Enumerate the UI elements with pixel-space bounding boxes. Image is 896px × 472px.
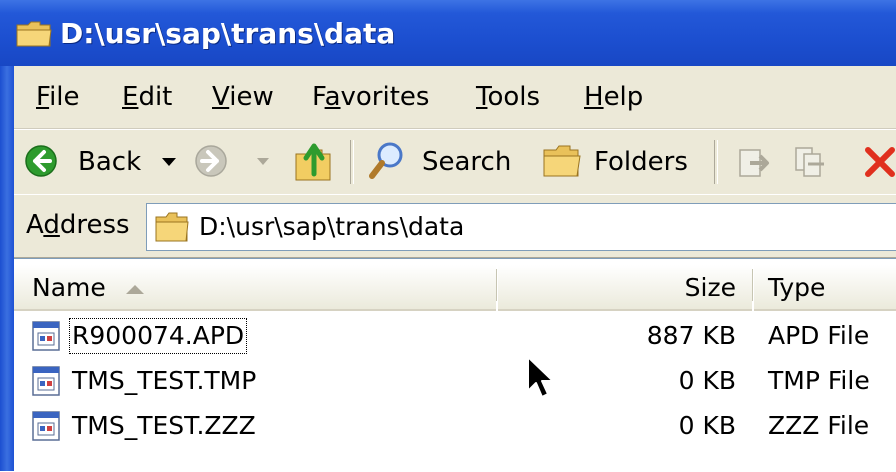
search-button[interactable]: Search bbox=[364, 130, 514, 194]
address-value: D:\usr\sap\trans\data bbox=[199, 212, 465, 241]
menu-favorites[interactable]: Favorites bbox=[312, 79, 429, 115]
chevron-down-icon bbox=[162, 158, 176, 166]
column-header-size[interactable]: Size bbox=[498, 265, 752, 311]
generic-file-icon bbox=[32, 366, 60, 396]
search-label: Search bbox=[422, 147, 512, 177]
back-dropdown-button[interactable] bbox=[158, 130, 182, 194]
delete-icon bbox=[865, 147, 895, 177]
menu-view[interactable]: View bbox=[212, 79, 274, 115]
column-header-size-label: Size bbox=[684, 273, 736, 302]
menu-tools[interactable]: Tools bbox=[476, 79, 540, 115]
file-name[interactable]: TMS_TEST.ZZZ bbox=[70, 409, 258, 443]
delete-button[interactable] bbox=[852, 130, 896, 194]
table-row[interactable]: R900074.APD 887 KB APD File bbox=[14, 315, 896, 359]
file-list[interactable]: Name Size Type R900074.APD 887 KB APD Fi… bbox=[14, 258, 896, 472]
sort-ascending-icon bbox=[126, 285, 144, 294]
standard-toolbar: Back Search Folders bbox=[14, 129, 896, 195]
folders-label: Folders bbox=[594, 147, 688, 177]
generic-file-icon bbox=[32, 321, 60, 351]
generic-file-icon bbox=[32, 411, 60, 441]
menu-bar: File Edit View Favorites Tools Help bbox=[14, 66, 896, 129]
folders-button[interactable]: Folders bbox=[538, 130, 698, 194]
table-row[interactable]: TMS_TEST.ZZZ 0 KB ZZZ File bbox=[14, 405, 896, 449]
folder-icon bbox=[155, 212, 189, 242]
window-frame-left bbox=[0, 66, 14, 471]
column-divider[interactable] bbox=[752, 269, 753, 301]
back-label: Back bbox=[78, 147, 142, 177]
file-type: ZZZ File bbox=[768, 411, 870, 440]
column-divider[interactable] bbox=[496, 269, 497, 301]
forward-button[interactable] bbox=[192, 130, 236, 194]
file-size: 0 KB bbox=[678, 366, 736, 395]
file-name[interactable]: R900074.APD bbox=[68, 318, 248, 354]
file-type: APD File bbox=[768, 321, 870, 350]
toolbar-separator bbox=[714, 140, 718, 184]
window-title: D:\usr\sap\trans\data bbox=[60, 17, 396, 50]
back-button[interactable]: Back bbox=[20, 130, 152, 194]
copy-to-button[interactable] bbox=[786, 130, 836, 194]
file-size: 887 KB bbox=[646, 321, 736, 350]
mouse-pointer-icon bbox=[527, 356, 554, 398]
move-to-icon bbox=[739, 149, 769, 177]
menu-edit[interactable]: Edit bbox=[122, 79, 172, 115]
move-to-button[interactable] bbox=[730, 130, 780, 194]
back-arrow-icon bbox=[25, 145, 57, 177]
column-header-type[interactable]: Type bbox=[754, 265, 896, 311]
copy-to-icon bbox=[795, 147, 824, 177]
forward-dropdown-button[interactable] bbox=[254, 130, 274, 194]
forward-arrow-icon bbox=[195, 145, 227, 177]
table-row[interactable]: TMS_TEST.TMP 0 KB TMP File bbox=[14, 360, 896, 404]
search-icon bbox=[369, 142, 403, 179]
column-header-name[interactable]: Name bbox=[14, 265, 496, 311]
title-bar[interactable]: D:\usr\sap\trans\data bbox=[0, 0, 896, 66]
folder-icon bbox=[16, 21, 52, 47]
address-input[interactable]: D:\usr\sap\trans\data bbox=[146, 203, 896, 251]
toolbar-separator bbox=[350, 140, 354, 184]
column-header-type-label: Type bbox=[768, 273, 826, 302]
file-size: 0 KB bbox=[678, 411, 736, 440]
file-name[interactable]: TMS_TEST.TMP bbox=[70, 364, 258, 398]
address-bar: Address D:\usr\sap\trans\data bbox=[14, 194, 896, 258]
up-folder-icon bbox=[295, 143, 331, 181]
address-label: Address bbox=[26, 210, 130, 240]
folders-icon bbox=[543, 145, 581, 177]
menu-help[interactable]: Help bbox=[584, 79, 643, 115]
up-button[interactable] bbox=[292, 130, 338, 194]
explorer-window: D:\usr\sap\trans\data File Edit View Fav… bbox=[0, 0, 896, 472]
chevron-down-icon bbox=[257, 158, 269, 165]
file-type: TMP File bbox=[768, 366, 870, 395]
menu-file[interactable]: File bbox=[36, 79, 80, 115]
column-header-name-label: Name bbox=[32, 273, 106, 302]
